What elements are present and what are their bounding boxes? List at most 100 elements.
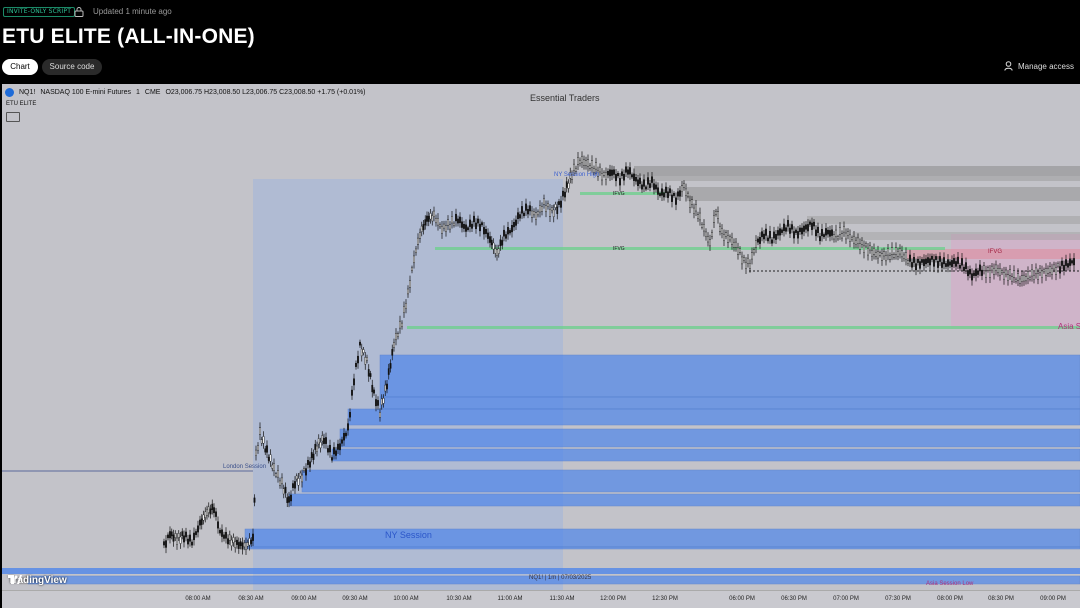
candle-body (1007, 274, 1009, 281)
candle-body (995, 264, 997, 271)
candle-body (771, 239, 773, 244)
candle-body (211, 503, 214, 510)
updated-timestamp: Updated 1 minute ago (93, 7, 172, 16)
candle-body (426, 215, 428, 222)
candle-body (275, 473, 277, 477)
candle-body (625, 166, 627, 173)
candle-body (321, 435, 324, 442)
candle-body (375, 399, 377, 407)
candle-body (789, 227, 791, 234)
candle-body (675, 197, 677, 205)
candle-body (413, 255, 415, 264)
candle-body (386, 383, 388, 390)
candle-body (551, 207, 553, 211)
candle-body (477, 218, 479, 224)
price-chart[interactable]: NQ1! NASDAQ 100 E-mini Futures 1 CME O23… (2, 84, 1080, 608)
candle-body (659, 193, 661, 196)
candle-body (579, 159, 581, 164)
candle-body (989, 270, 991, 278)
asia-session-label: Asia S (1058, 322, 1080, 331)
candle-body (683, 183, 685, 188)
candle-body (465, 224, 467, 232)
candle-body (567, 183, 570, 189)
candle-body (997, 268, 999, 274)
candle-body (981, 269, 983, 276)
candle-body (963, 266, 965, 271)
candle-body (228, 534, 231, 541)
candle-body (310, 452, 313, 458)
candle-body (497, 248, 500, 254)
candle-body (927, 257, 929, 263)
candle-body (457, 218, 459, 224)
candle-body (245, 542, 247, 550)
candle-body (883, 251, 885, 257)
candle-body (607, 171, 609, 176)
candle-body (857, 237, 859, 244)
candle-body (312, 453, 315, 460)
candle-body (873, 248, 875, 255)
candle-body (380, 398, 383, 406)
candle-body (355, 363, 357, 367)
candle-body (1049, 266, 1051, 273)
candle-body (319, 442, 322, 449)
candle-body (257, 445, 259, 451)
candle-body (187, 538, 189, 545)
candle-body (236, 539, 238, 545)
candle-body (891, 247, 893, 255)
candle-body (951, 260, 953, 267)
candle-body (575, 167, 577, 172)
tradingview-logo[interactable]: TradingView (8, 575, 67, 586)
candle-body (1039, 268, 1041, 273)
candle-body (887, 248, 889, 256)
candle-body (537, 211, 539, 216)
candle-body (213, 507, 215, 514)
candle-body (307, 460, 309, 465)
candle-body (290, 494, 292, 502)
candle-body (599, 166, 601, 173)
candle-body (303, 468, 305, 472)
candle-body (314, 443, 317, 450)
tab-chart[interactable]: Chart (2, 59, 38, 75)
chart-canvas[interactable] (2, 84, 1080, 590)
candle-body (405, 303, 407, 309)
candle-body (1061, 260, 1063, 266)
candle-body (799, 227, 801, 232)
time-axis[interactable]: 08:00 AM 08:30 AM 09:00 AM 09:30 AM 10:00 AM… (2, 590, 1080, 608)
candle-body (905, 252, 907, 260)
candle-body (747, 257, 749, 264)
candle-body (277, 470, 279, 478)
candle-body (775, 233, 777, 240)
candle-body (517, 212, 519, 220)
candle-body (893, 254, 895, 258)
candle-body (445, 225, 447, 232)
candle-body (219, 529, 221, 534)
candle-body (515, 219, 517, 226)
candle-body (259, 427, 261, 435)
candle-body (490, 239, 493, 246)
fvg-band (339, 428, 1080, 448)
candle-body (225, 531, 227, 539)
candle-body (232, 537, 235, 543)
candle-body (679, 190, 681, 197)
candle-body (305, 468, 307, 476)
candle-body (221, 529, 223, 537)
candle-body (209, 508, 212, 515)
tab-source-code[interactable]: Source code (42, 59, 102, 75)
user-icon (1004, 61, 1013, 71)
candle-body (1003, 272, 1005, 280)
candle-body (215, 511, 217, 517)
candle-body (489, 236, 491, 243)
candle-body (687, 193, 689, 197)
candle-body (623, 174, 625, 181)
candle-body (763, 233, 765, 240)
manage-access-button[interactable]: Manage access (1004, 61, 1074, 71)
time-tick: 08:30 PM (988, 596, 1014, 602)
candle-body (1053, 264, 1055, 270)
indicator-settings-button[interactable] (6, 112, 20, 122)
candle-body (669, 188, 671, 193)
candle-body (931, 255, 933, 260)
symbol-info-row[interactable]: NQ1! NASDAQ 100 E-mini Futures 1 CME O23… (5, 88, 366, 97)
candle-body (343, 433, 345, 441)
candle-body (301, 474, 303, 483)
candle-body (753, 249, 755, 254)
